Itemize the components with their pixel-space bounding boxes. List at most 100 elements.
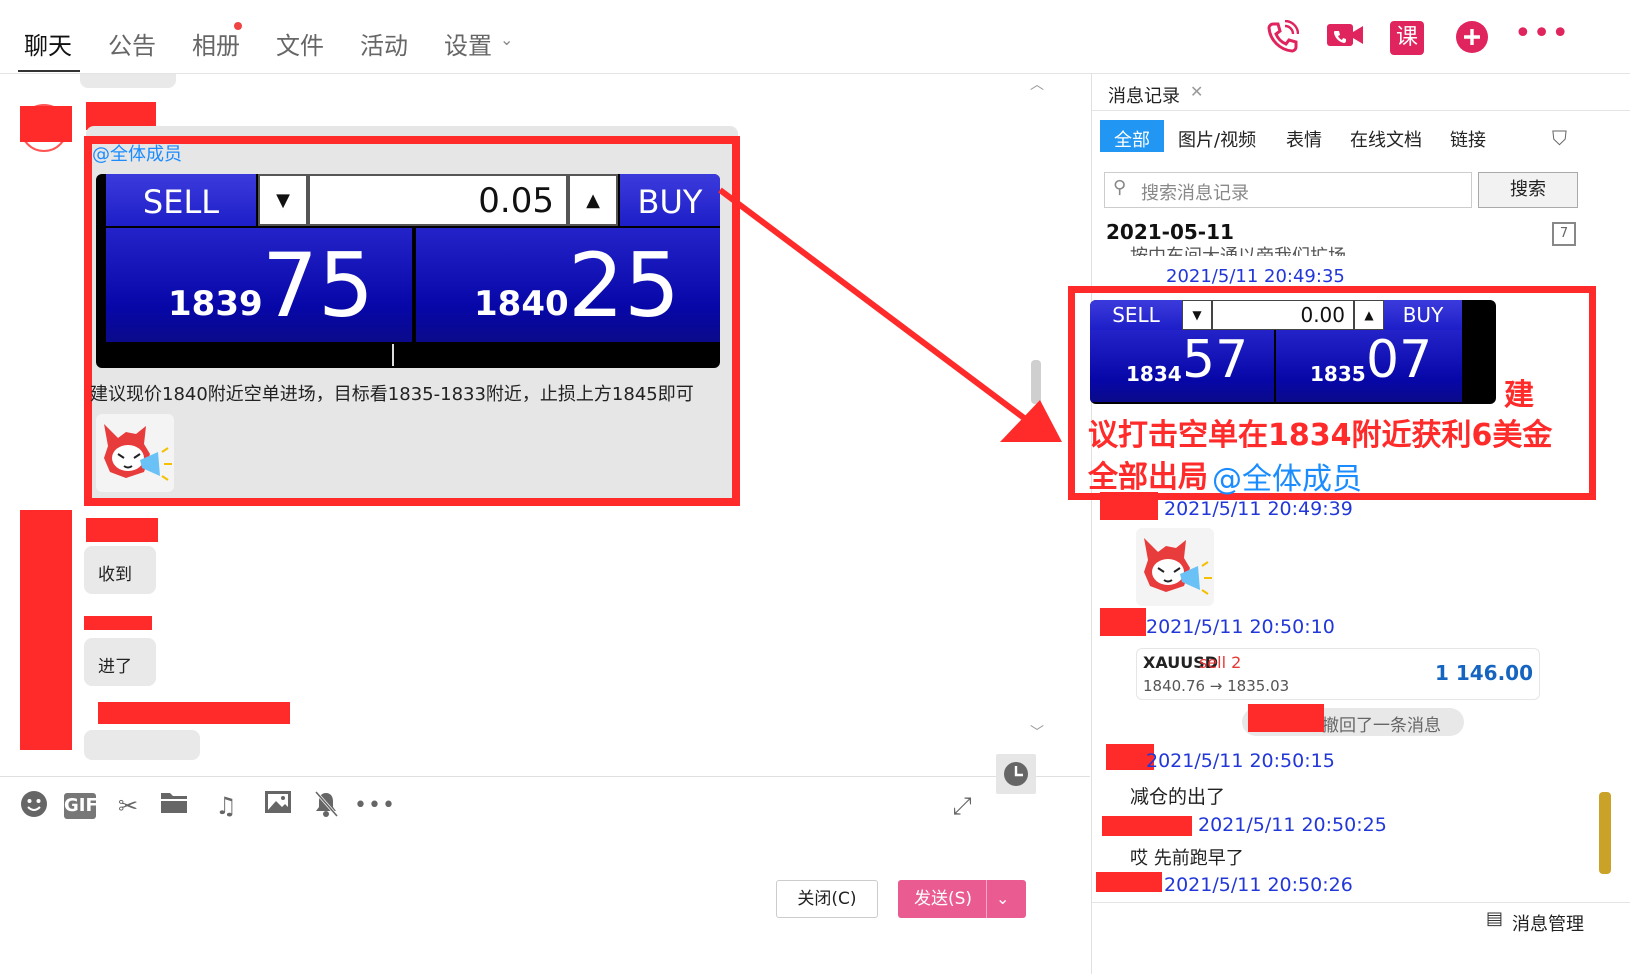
- history-message: 减仓的出了: [1130, 786, 1226, 808]
- buy-price-pips: 07: [1366, 330, 1433, 390]
- sticker[interactable]: [96, 414, 174, 492]
- timestamp: 2021/5/11 20:50:10: [1146, 616, 1335, 638]
- divider: [1092, 110, 1630, 111]
- search-icon: ⚲: [1113, 177, 1127, 198]
- sell-price-big: 1834: [1126, 362, 1182, 386]
- mention-all[interactable]: @全体成员: [92, 140, 182, 166]
- phone-icon[interactable]: [1264, 19, 1300, 56]
- timestamp: 2021/5/11 20:50:25: [1198, 814, 1387, 836]
- scroll-down-icon[interactable]: ﹀: [1030, 722, 1044, 742]
- sell-button[interactable]: SELL: [106, 174, 256, 226]
- order-card[interactable]: XAUUSD sell 2 1840.76 → 1835.03 1 146.00: [1136, 648, 1540, 700]
- tab-files[interactable]: 文件: [276, 26, 324, 61]
- bell-mute-icon[interactable]: [310, 790, 342, 822]
- tab-announcement[interactable]: 公告: [108, 26, 156, 61]
- tab-settings[interactable]: 设置: [444, 26, 492, 61]
- buy-price-panel[interactable]: 1840 25: [416, 228, 720, 342]
- filter-tab-all[interactable]: 全部: [1114, 126, 1150, 152]
- history-search-input[interactable]: ⚲ 搜索消息记录: [1104, 172, 1472, 208]
- sell-price-pips: 75: [262, 234, 374, 337]
- signal-text-line1: 建: [1504, 378, 1534, 413]
- send-button-label: 发送(S): [914, 889, 973, 909]
- history-scrollbar-thumb[interactable]: [1599, 792, 1611, 874]
- message-history-panel: 消息记录 ✕ 全部 图片/视频 表情 在线文档 链接 ⛉ ⚲ 搜索消息记录 搜索…: [1068, 74, 1630, 974]
- expand-icon[interactable]: ⤢: [946, 790, 978, 822]
- music-icon[interactable]: ♫: [210, 790, 242, 822]
- buy-price-panel[interactable]: 1835 07: [1276, 330, 1462, 402]
- volume-down-button[interactable]: ▼: [1182, 300, 1212, 330]
- trade-widget-history: SELL ▼ 0.00 ▲ BUY 1834 57 1835 07: [1090, 300, 1496, 404]
- reply-text-entered: 进了: [98, 657, 132, 677]
- volume-input[interactable]: 0.00: [1212, 300, 1354, 330]
- sell-price-pips: 57: [1182, 330, 1249, 390]
- close-button[interactable]: 关闭(C): [776, 880, 878, 918]
- previous-message-bubble: [80, 74, 176, 88]
- tab-activity[interactable]: 活动: [360, 26, 408, 61]
- chevron-down-icon[interactable]: ⌄: [996, 880, 1009, 918]
- reply-text-received: 收到: [98, 565, 132, 585]
- tab-album[interactable]: 相册: [192, 26, 240, 61]
- trade-widget: SELL ▼ 0.05 ▲ BUY 1839 75 1840 25: [96, 174, 720, 368]
- filter-icon[interactable]: ⛉: [1552, 126, 1567, 150]
- message-manage-button[interactable]: 消息管理: [1512, 910, 1584, 936]
- history-message: 哎 先前跑早了: [1130, 848, 1244, 869]
- history-toggle-button[interactable]: [996, 754, 1036, 794]
- recall-text: 撤回了一条消息: [1322, 716, 1441, 736]
- order-prices: 1840.76 → 1835.03: [1143, 677, 1290, 695]
- scroll-up-icon[interactable]: ︿: [1030, 74, 1044, 94]
- redacted-avatars-column: [20, 510, 72, 750]
- mention-all[interactable]: @全体成员: [1212, 454, 1362, 498]
- filter-tab-docs[interactable]: 在线文档: [1350, 126, 1422, 152]
- timestamp: 2021/5/11 20:50:15: [1146, 750, 1335, 772]
- folder-icon[interactable]: [158, 790, 190, 822]
- emoji-icon[interactable]: [18, 790, 50, 822]
- course-icon[interactable]: 课: [1390, 21, 1424, 55]
- plus-icon[interactable]: [1454, 20, 1490, 56]
- sticker[interactable]: [1136, 528, 1214, 606]
- filter-tab-links[interactable]: 链接: [1450, 126, 1486, 152]
- tab-chat[interactable]: 聊天: [24, 26, 72, 61]
- order-profit: 1 146.00: [1434, 661, 1533, 685]
- redacted-sender-name: [1102, 816, 1192, 836]
- sell-button[interactable]: SELL: [1090, 300, 1182, 330]
- signal-text-line2: 议打击空单在1834附近获利6美金: [1088, 418, 1553, 453]
- calendar-icon[interactable]: 7: [1552, 222, 1576, 246]
- send-button[interactable]: 发送(S) ⌄: [898, 880, 1026, 918]
- history-search-button[interactable]: 搜索: [1478, 172, 1578, 208]
- redacted-sender-name: [98, 702, 290, 724]
- buy-price-big: 1840: [474, 284, 569, 324]
- clock-icon: [1004, 762, 1028, 786]
- volume-down-button[interactable]: ▼: [258, 174, 308, 226]
- redacted-sender-name: [1096, 872, 1162, 892]
- filter-tab-emoji[interactable]: 表情: [1286, 126, 1322, 152]
- sell-price-panel[interactable]: 1839 75: [106, 228, 412, 342]
- redacted-sender-name: [1100, 492, 1158, 520]
- filter-tab-media[interactable]: 图片/视频: [1178, 126, 1256, 152]
- chevron-down-icon[interactable]: ⌄: [500, 30, 513, 49]
- more-icon[interactable]: •••: [354, 790, 395, 822]
- scissors-icon[interactable]: ✂: [112, 790, 144, 822]
- annotation-arrow: [718, 187, 1062, 442]
- video-icon[interactable]: [1326, 20, 1363, 56]
- buy-price-big: 1835: [1310, 362, 1366, 386]
- history-panel-title: 消息记录: [1108, 86, 1180, 107]
- more-icon[interactable]: •••: [1514, 19, 1569, 56]
- active-tab-underline: [18, 70, 80, 72]
- redacted-sender-name: [1248, 704, 1324, 732]
- recommend-text: 建议现价1840附近空单进场，目标看1835-1833附近，止损上方1845即可: [90, 384, 694, 405]
- sell-price-panel[interactable]: 1834 57: [1090, 330, 1274, 402]
- message-manage-icon[interactable]: ▤: [1486, 908, 1503, 929]
- redacted-sender-name: [1100, 608, 1146, 636]
- volume-input[interactable]: 0.05: [308, 174, 568, 226]
- gif-icon[interactable]: GIF: [64, 793, 98, 819]
- buy-button[interactable]: BUY: [1384, 300, 1462, 330]
- message-bubble: [84, 730, 200, 760]
- divider: [986, 880, 987, 918]
- close-icon[interactable]: ✕: [1190, 82, 1203, 101]
- volume-up-button[interactable]: ▲: [1354, 300, 1384, 330]
- album-unread-dot: [234, 22, 242, 30]
- volume-up-button[interactable]: ▲: [568, 174, 618, 226]
- fox-sticker-icon: [104, 424, 172, 481]
- redacted-sender-name: [86, 518, 158, 542]
- image-icon[interactable]: [262, 790, 294, 822]
